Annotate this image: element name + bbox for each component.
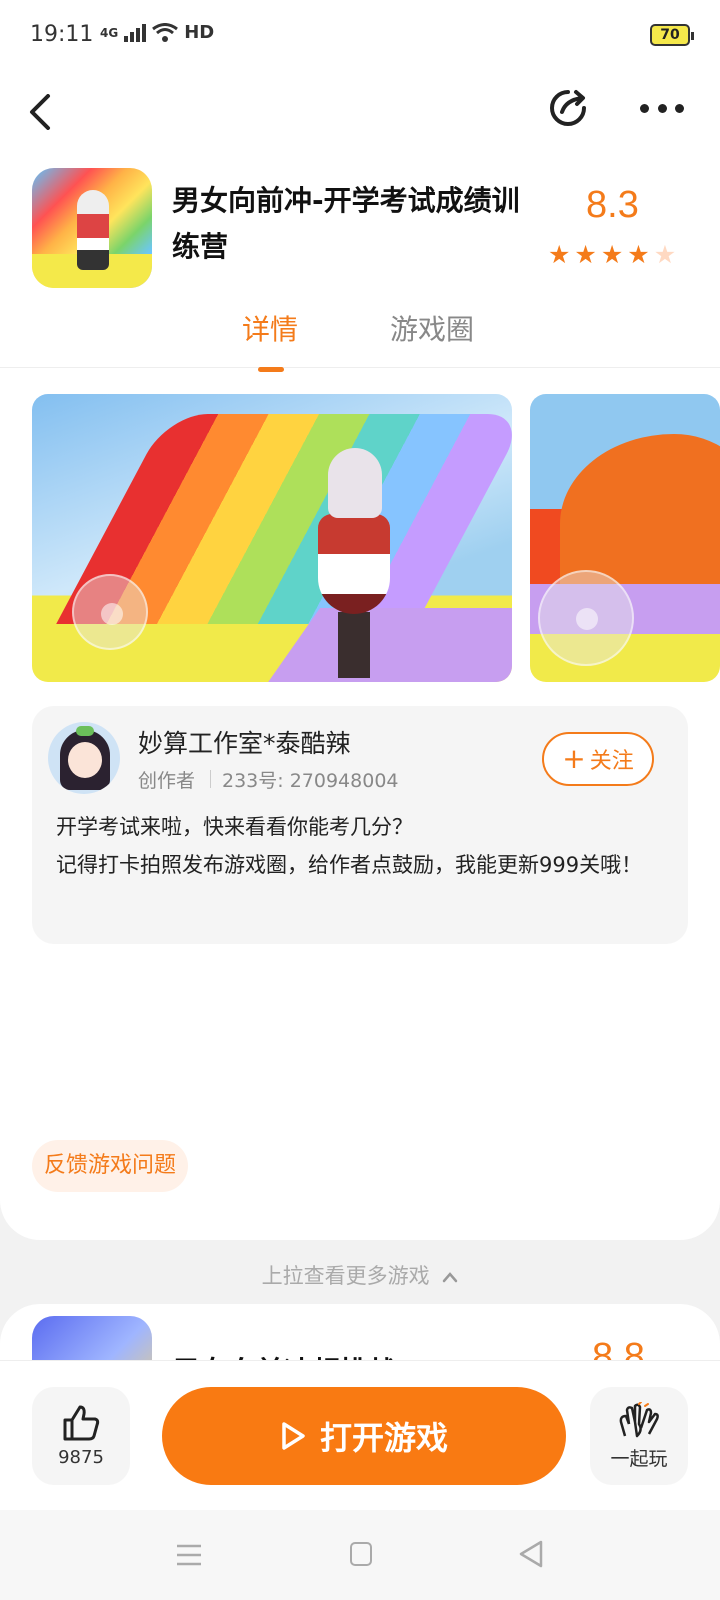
creator-id: 233号: 270948004 bbox=[222, 770, 399, 792]
more-dot bbox=[675, 103, 684, 113]
creator-role: 创作者 bbox=[138, 770, 196, 792]
rating-stars: ★ ★ ★ ★ ★ bbox=[548, 242, 676, 267]
screenshot-2[interactable] bbox=[530, 394, 720, 682]
avatar-face bbox=[68, 742, 102, 778]
tab-bar: 详情 游戏圈 bbox=[0, 308, 720, 372]
star-icon: ★ bbox=[600, 240, 624, 269]
status-time: 19:11 bbox=[30, 22, 94, 47]
character-hair bbox=[328, 448, 382, 518]
joystick-icon bbox=[538, 570, 634, 666]
home-icon[interactable] bbox=[350, 1542, 372, 1566]
creator-card: 妙算工作室*泰酷辣 创作者 233号: 270948004 + 关注 开学考试来… bbox=[32, 706, 688, 944]
like-count: 9875 bbox=[58, 1446, 104, 1468]
system-navigation-bar bbox=[0, 1510, 720, 1600]
chevron-up-icon bbox=[443, 1272, 458, 1283]
red-hill bbox=[560, 434, 720, 584]
like-button[interactable]: 9875 bbox=[32, 1387, 130, 1485]
hd-icon: HD bbox=[184, 22, 215, 43]
menu-icon[interactable] bbox=[176, 1544, 202, 1566]
game-character bbox=[314, 448, 394, 678]
follow-button[interactable]: + 关注 bbox=[542, 732, 654, 786]
rating-score: 8.3 bbox=[586, 184, 639, 226]
battery-icon: 70 bbox=[650, 24, 694, 46]
tab-detail[interactable]: 详情 bbox=[242, 308, 298, 372]
play-together-label: 一起玩 bbox=[610, 1447, 668, 1470]
screenshot-1[interactable] bbox=[32, 394, 512, 682]
pull-up-hint[interactable]: 上拉查看更多游戏 bbox=[0, 1260, 720, 1290]
more-dot bbox=[657, 103, 667, 113]
star-icon: ★ bbox=[574, 240, 597, 269]
share-icon bbox=[550, 90, 586, 126]
share-button[interactable] bbox=[546, 86, 590, 130]
character-dress bbox=[318, 514, 390, 614]
signal-icon bbox=[124, 23, 147, 42]
play-icon bbox=[282, 1422, 305, 1450]
back-button[interactable] bbox=[28, 84, 68, 140]
avatar[interactable] bbox=[48, 722, 120, 794]
star-icon: ★ bbox=[548, 240, 571, 269]
wifi-icon bbox=[152, 22, 179, 42]
status-icons: 4G HD bbox=[100, 22, 214, 43]
open-game-button[interactable]: 打开游戏 bbox=[162, 1387, 566, 1485]
open-game-label: 打开游戏 bbox=[319, 1419, 448, 1457]
back-triangle-icon[interactable] bbox=[518, 1540, 544, 1568]
status-bar: 19:11 4G HD 70 bbox=[0, 0, 720, 72]
app-icon bbox=[32, 168, 152, 288]
bottom-action-bar: 9875 打开游戏 一起玩 bbox=[0, 1360, 720, 1510]
tab-game-circle[interactable]: 游戏圈 bbox=[390, 308, 474, 348]
more-button[interactable] bbox=[640, 92, 684, 124]
feedback-button[interactable]: 反馈游戏问题 bbox=[32, 1140, 189, 1192]
app-title: 男女向前冲-开学考试成绩训练营 bbox=[172, 184, 520, 263]
detail-panel: 男女向前冲-开学考试成绩训练营 8.3 ★ ★ ★ ★ ★ 详情 游戏圈 妙算工… bbox=[0, 72, 720, 1240]
high-five-icon bbox=[619, 1401, 659, 1437]
creator-description: 开学考试来啦，快来看看你能考几分？ 记得打卡拍照发布游戏圈，给作者点鼓励，我能更… bbox=[56, 815, 643, 877]
thumbs-up-icon bbox=[63, 1405, 100, 1440]
icon-character bbox=[77, 190, 109, 270]
play-together-button[interactable]: 一起玩 bbox=[590, 1387, 688, 1485]
network-icon: 4G bbox=[100, 25, 119, 40]
joystick-icon bbox=[72, 574, 148, 650]
divider bbox=[210, 770, 211, 788]
battery-level: 70 bbox=[660, 27, 680, 43]
avatar-hat bbox=[76, 726, 94, 736]
follow-label: 关注 bbox=[589, 749, 634, 774]
pull-up-label: 上拉查看更多游戏 bbox=[261, 1264, 430, 1288]
creator-name[interactable]: 妙算工作室*泰酷辣 bbox=[138, 724, 351, 760]
character-legs bbox=[338, 612, 370, 678]
star-icon: ★ bbox=[627, 240, 650, 269]
plus-icon: + bbox=[562, 742, 586, 775]
more-dots-icon bbox=[640, 103, 649, 113]
star-half-icon: ★ bbox=[653, 240, 677, 269]
chevron-left-icon bbox=[30, 94, 50, 130]
